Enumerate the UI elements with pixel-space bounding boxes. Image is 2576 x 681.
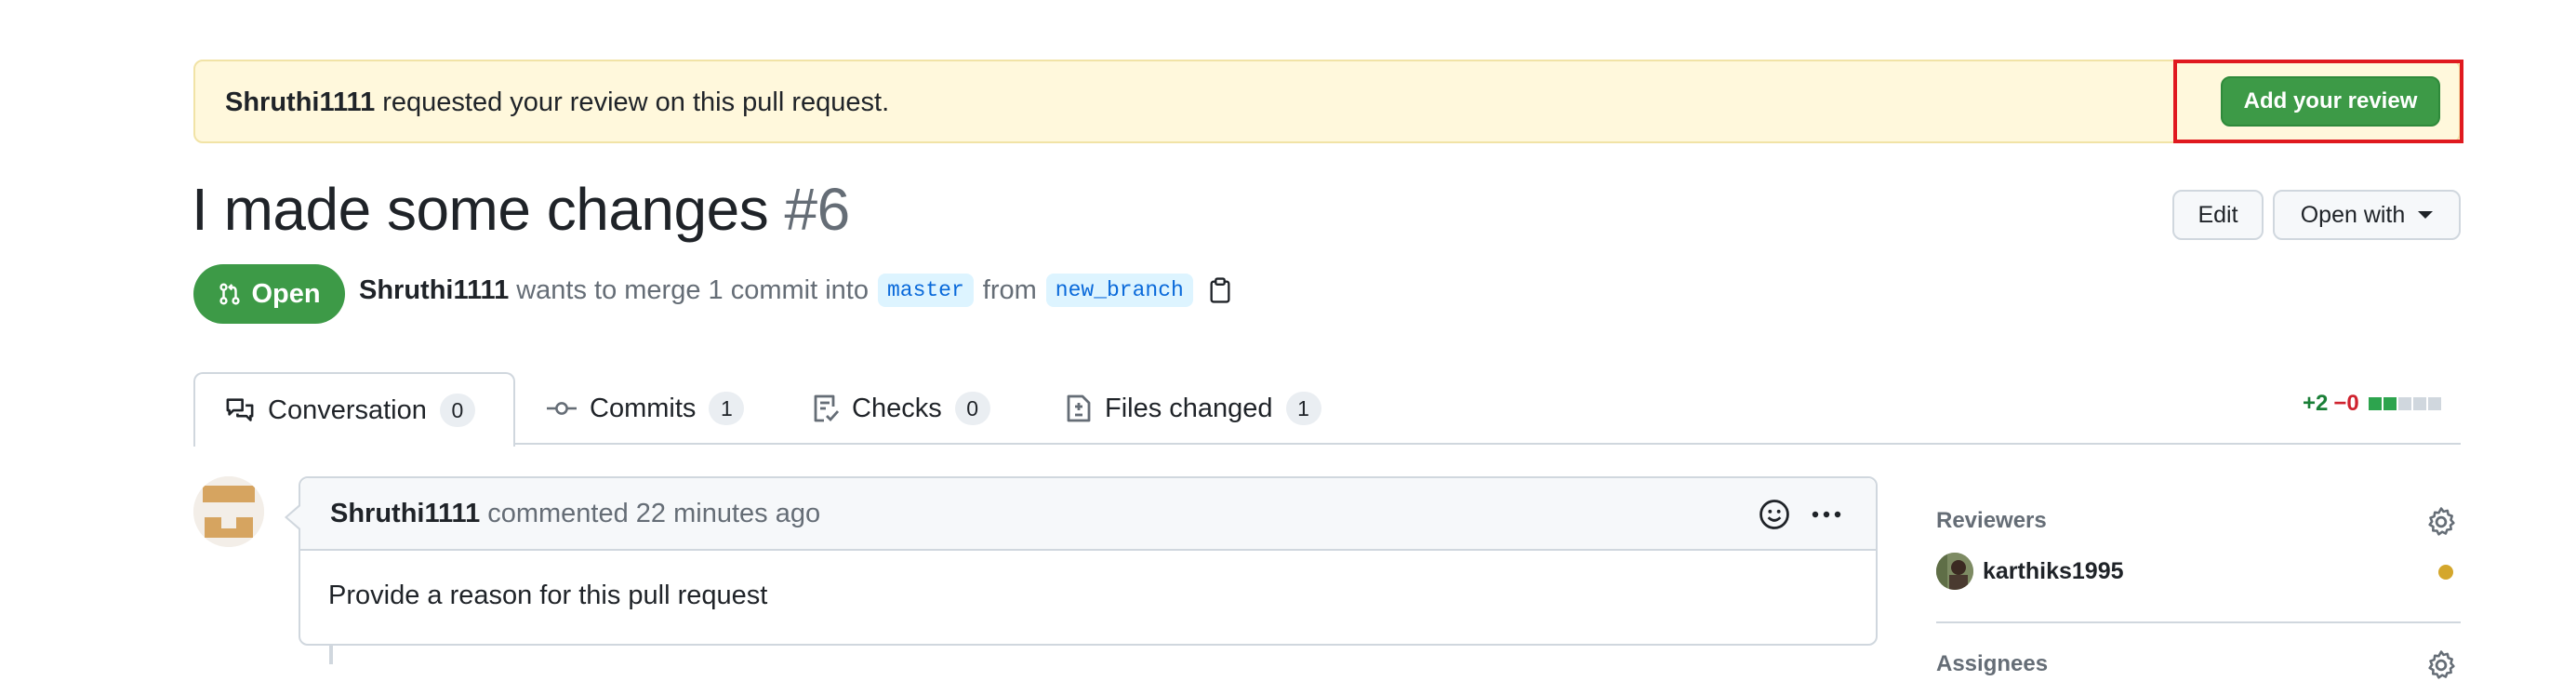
diff-additions: +2 bbox=[2303, 391, 2329, 416]
comment-author[interactable]: Shruthi1111 bbox=[330, 499, 480, 529]
merge-text: wants to merge 1 commit into bbox=[516, 274, 869, 305]
gear-icon[interactable] bbox=[2425, 649, 2457, 681]
banner-message: Shruthi1111 requested your review on thi… bbox=[225, 87, 889, 118]
comment-body: Provide a reason for this pull request bbox=[328, 581, 768, 610]
diffstat-blocks bbox=[2368, 397, 2443, 410]
copy-icon[interactable] bbox=[1208, 277, 1232, 303]
kebab-horizontal-icon[interactable] bbox=[1811, 510, 1842, 519]
git-commit-icon bbox=[547, 402, 577, 415]
gear-icon[interactable] bbox=[2425, 506, 2457, 538]
comment-pointer-fill bbox=[287, 506, 300, 528]
identicon-icon bbox=[193, 476, 264, 547]
tab-counter: 0 bbox=[439, 394, 475, 427]
reviewer-avatar bbox=[1936, 553, 1973, 590]
pr-meta: Shruthi1111 wants to merge 1 commit into… bbox=[359, 274, 1232, 307]
banner-text: requested your review on this pull reque… bbox=[382, 87, 890, 117]
page-title: I made some changes #6 bbox=[192, 175, 850, 244]
avatar[interactable] bbox=[193, 476, 264, 547]
smiley-icon[interactable] bbox=[1759, 499, 1790, 530]
tab-counter: 1 bbox=[1285, 392, 1321, 425]
reviewer-name[interactable]: karthiks1995 bbox=[1983, 558, 2124, 585]
pr-author[interactable]: Shruthi1111 bbox=[359, 275, 509, 306]
edit-button[interactable]: Edit bbox=[2172, 190, 2264, 240]
comment-timestamp[interactable]: commented 22 minutes ago bbox=[487, 499, 820, 529]
tab-label: Commits bbox=[590, 393, 697, 423]
review-pending-dot bbox=[2438, 565, 2453, 580]
open-with-label: Open with bbox=[2300, 201, 2406, 228]
pr-number: #6 bbox=[784, 176, 850, 243]
sidebar-divider bbox=[1936, 621, 2461, 623]
tab-label: Files changed bbox=[1105, 393, 1273, 423]
reviewers-heading: Reviewers bbox=[1936, 508, 2047, 533]
tabs-divider bbox=[193, 443, 2461, 445]
tab-checks[interactable]: Checks 0 bbox=[813, 372, 990, 445]
tab-files-changed[interactable]: Files changed 1 bbox=[1066, 372, 1321, 445]
status-badge: Open bbox=[193, 264, 345, 324]
git-pull-request-icon bbox=[219, 283, 241, 305]
status-label: Open bbox=[251, 278, 321, 309]
pr-title: I made some changes bbox=[192, 176, 769, 243]
comment-discussion-icon bbox=[226, 398, 254, 421]
tab-counter: 0 bbox=[954, 392, 990, 425]
tab-counter: 1 bbox=[709, 392, 745, 425]
assignees-heading: Assignees bbox=[1936, 651, 2049, 676]
banner-requester[interactable]: Shruthi1111 bbox=[225, 87, 375, 117]
open-with-button[interactable]: Open with bbox=[2273, 190, 2461, 240]
diff-deletions: −0 bbox=[2333, 391, 2359, 416]
timeline-line bbox=[329, 646, 333, 664]
chevron-down-icon bbox=[2418, 211, 2434, 219]
base-branch[interactable]: master bbox=[877, 274, 974, 307]
add-review-button[interactable]: Add your review bbox=[2221, 76, 2440, 127]
diffstat: +2 −0 bbox=[2303, 391, 2443, 417]
tab-commits[interactable]: Commits 1 bbox=[547, 372, 745, 445]
tab-label: Checks bbox=[852, 393, 942, 423]
review-request-banner: Shruthi1111 requested your review on thi… bbox=[193, 60, 2461, 143]
checklist-icon bbox=[814, 394, 839, 422]
reviewer-item[interactable]: karthiks1995 bbox=[1936, 553, 2124, 590]
comment-actions bbox=[1759, 499, 1842, 530]
comment-header: Shruthi1111 commented 22 minutes ago bbox=[300, 478, 1876, 551]
tab-label: Conversation bbox=[268, 394, 427, 425]
head-branch[interactable]: new_branch bbox=[1045, 274, 1193, 307]
from-text: from bbox=[982, 274, 1037, 305]
file-diff-icon bbox=[1067, 394, 1091, 422]
comment-box: Shruthi1111 commented 22 minutes ago Pro… bbox=[299, 476, 1878, 646]
tab-conversation[interactable]: Conversation 0 bbox=[193, 372, 515, 447]
